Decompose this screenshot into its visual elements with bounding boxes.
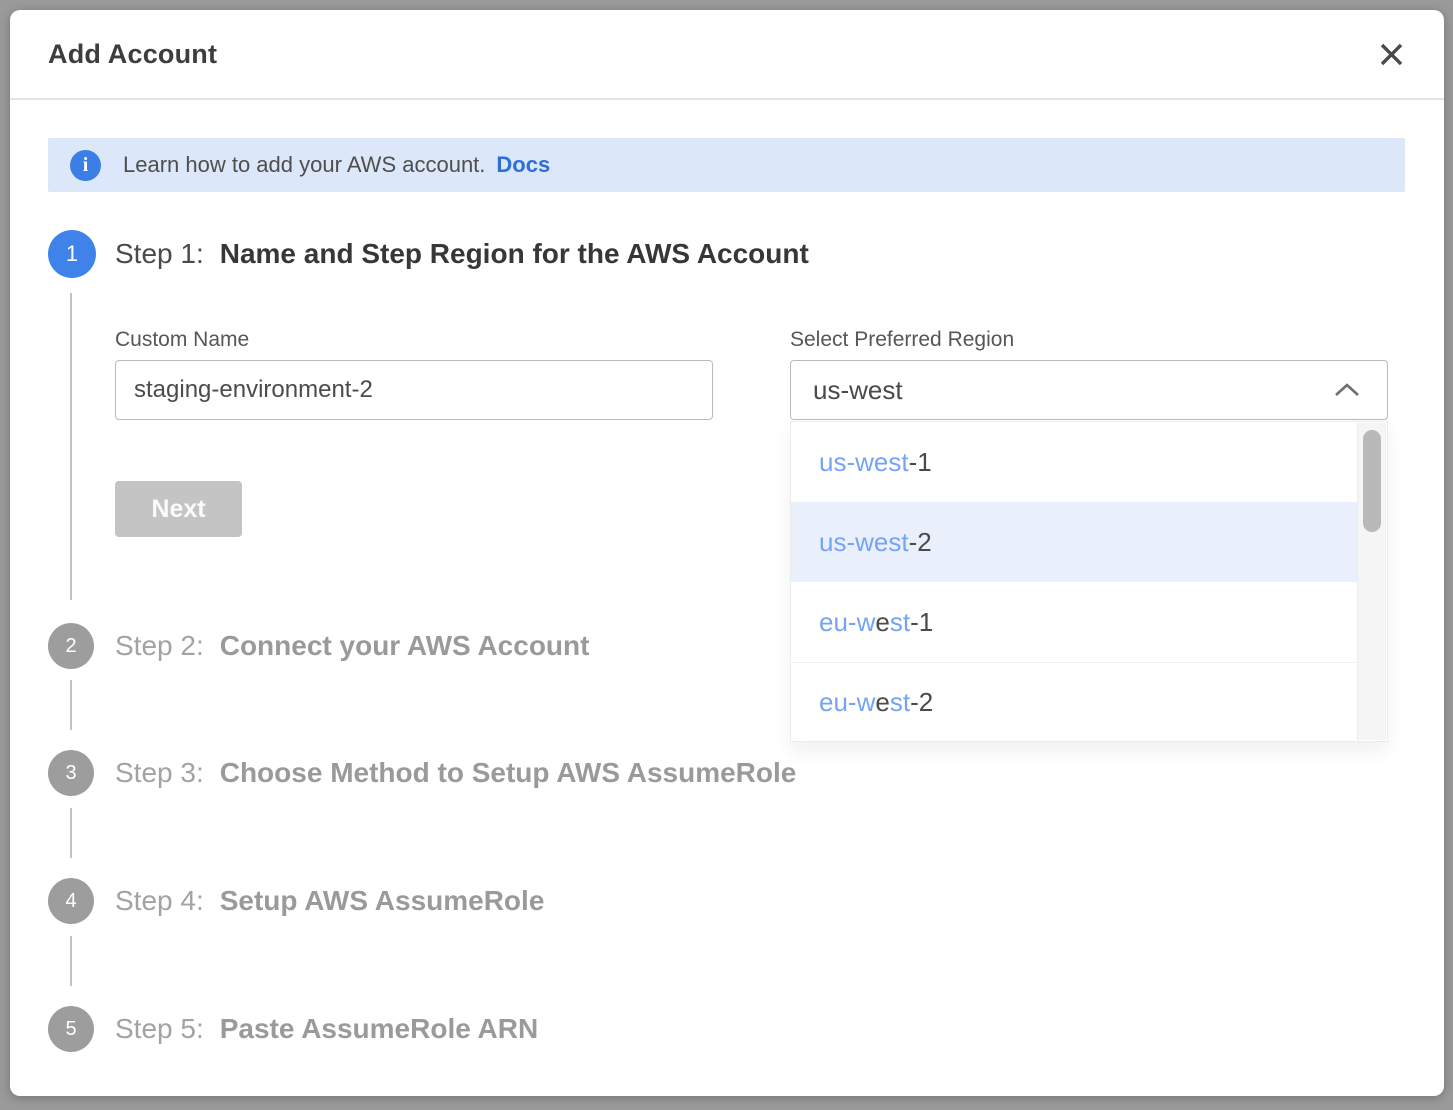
step-connector-4-5 [70,936,72,986]
option-rest-text: -2 [910,687,933,718]
step-4-label: Step 4: [115,885,204,917]
dropdown-option-us-west-1[interactable]: us-west-1 [791,422,1357,502]
dialog-title: Add Account [48,39,217,70]
info-banner: i Learn how to add your AWS account. Doc… [48,138,1405,192]
step-4-indicator: 4 [48,878,94,924]
step-2-title: Connect your AWS Account [220,630,590,662]
docs-link[interactable]: Docs [496,152,550,178]
step-5-heading: Step 5: Paste AssumeRole ARN [115,1013,538,1047]
step-4-title: Setup AWS AssumeRole [220,885,545,917]
region-dropdown-options: us-west-1us-west-2eu-west-1eu-west-2 [791,422,1357,741]
step-2-heading: Step 2: Connect your AWS Account [115,630,589,664]
step-3-indicator: 3 [48,750,94,796]
add-account-dialog: Add Account i Learn how to add your AWS … [10,10,1444,1096]
option-rest-text: e [875,607,889,638]
info-icon: i [70,150,101,181]
dropdown-scrollbar-thumb[interactable] [1363,430,1381,532]
close-icon [1378,41,1405,68]
step-3-heading: Step 3: Choose Method to Setup AWS Assum… [115,757,796,791]
option-rest-text: -1 [909,447,932,478]
dropdown-option-us-west-2[interactable]: us-west-2 [791,502,1357,582]
banner-text: Learn how to add your AWS account. [123,152,485,178]
region-label: Select Preferred Region [790,328,1014,352]
region-dropdown: us-west-1us-west-2eu-west-1eu-west-2 [790,421,1388,742]
dropdown-option-eu-west-1[interactable]: eu-west-1 [791,582,1357,662]
step-1-heading: Step 1: Name and Step Region for the AWS… [115,238,809,272]
step-connector-2-3 [70,680,72,730]
step-5-label: Step 5: [115,1013,204,1045]
step-3-title: Choose Method to Setup AWS AssumeRole [220,757,797,789]
custom-name-input[interactable] [115,360,713,420]
option-match-text: st [890,687,910,718]
step-1-title: Name and Step Region for the AWS Account [220,238,809,270]
custom-name-label: Custom Name [115,328,249,352]
option-rest-text: -1 [910,607,933,638]
region-select[interactable]: us-west [790,360,1388,420]
option-match-text: us-west [819,527,909,558]
step-5-title: Paste AssumeRole ARN [220,1013,538,1045]
region-select-value: us-west [813,375,903,406]
dropdown-scrollbar-track[interactable] [1357,423,1386,740]
step-2-indicator: 2 [48,623,94,669]
step-2-label: Step 2: [115,630,204,662]
step-connector-3-4 [70,808,72,858]
close-button[interactable] [1374,37,1408,71]
dialog-header: Add Account [10,10,1444,100]
option-rest-text: e [875,687,889,718]
step-1-indicator: 1 [48,230,96,278]
next-button[interactable]: Next [115,481,242,537]
option-match-text: eu-w [819,607,875,638]
dropdown-option-eu-west-2[interactable]: eu-west-2 [791,662,1357,742]
option-match-text: eu-w [819,687,875,718]
chevron-up-icon [1331,381,1363,399]
option-match-text: us-west [819,447,909,478]
step-5-indicator: 5 [48,1006,94,1052]
step-4-heading: Step 4: Setup AWS AssumeRole [115,885,544,919]
option-match-text: st [890,607,910,638]
step-connector-1-2 [70,293,72,600]
option-rest-text: -2 [909,527,932,558]
step-3-label: Step 3: [115,757,204,789]
step-1-label: Step 1: [115,238,204,270]
